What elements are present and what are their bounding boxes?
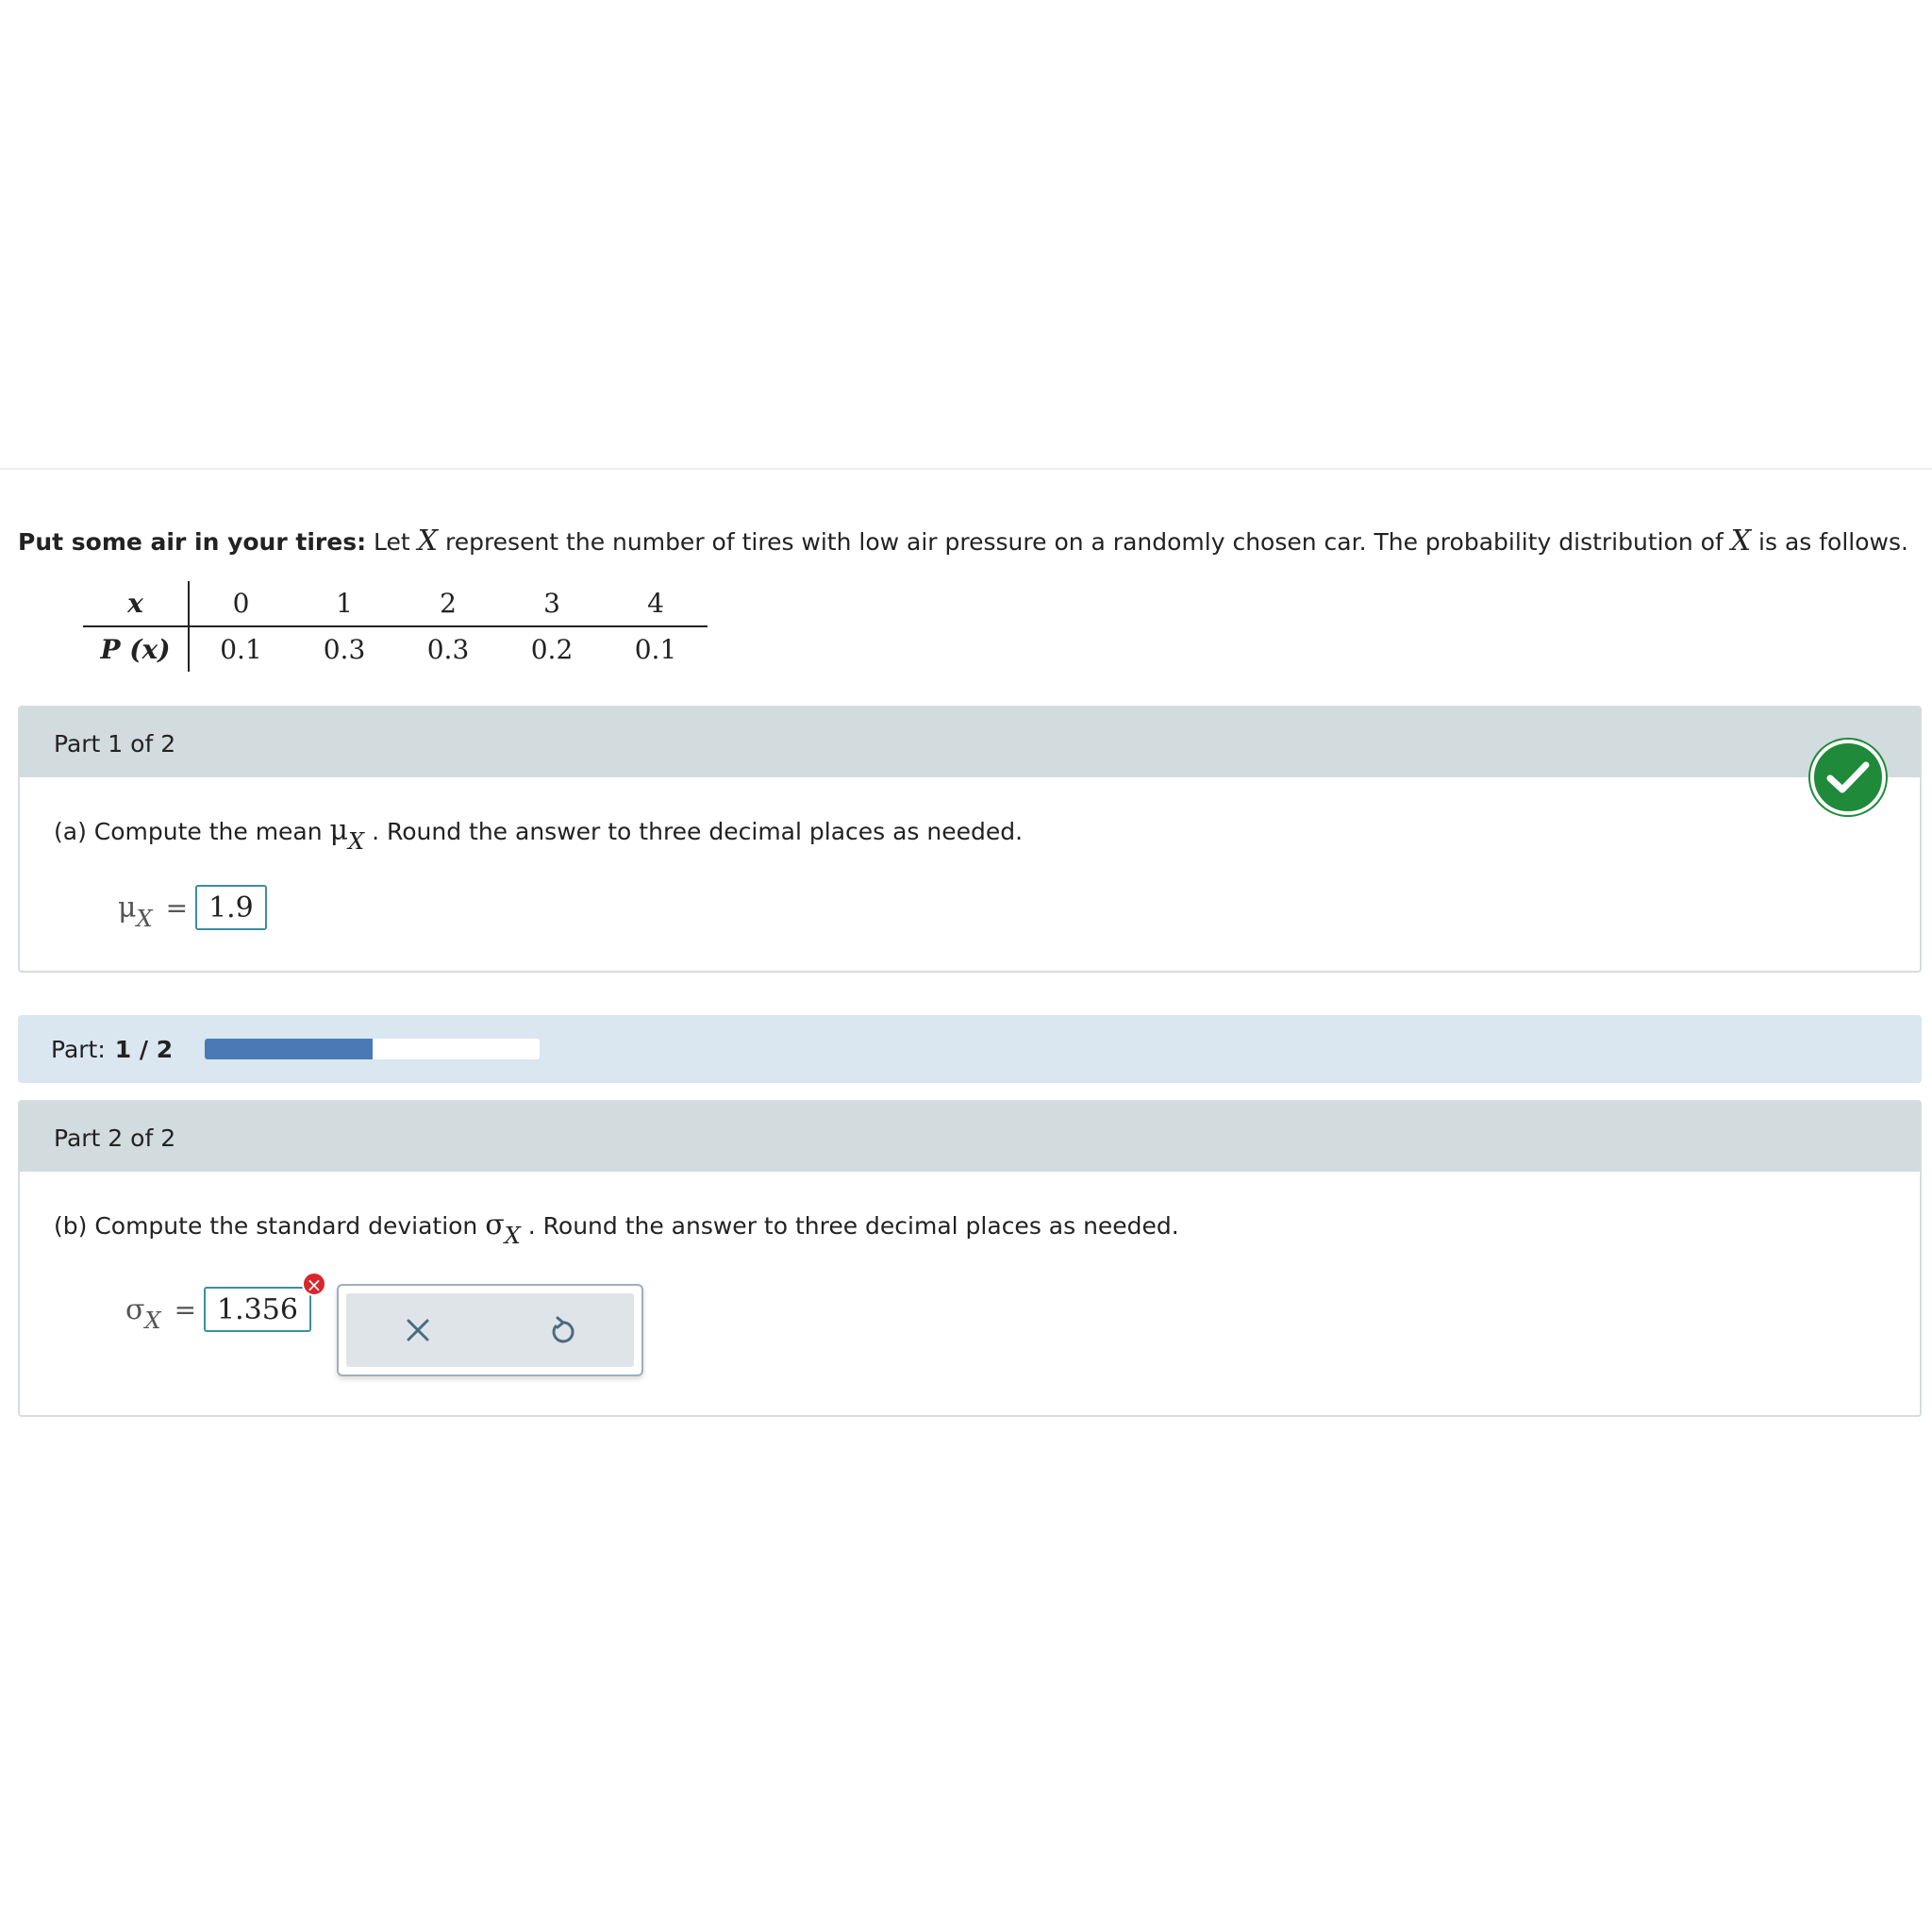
undo-icon[interactable] [534, 1302, 591, 1358]
part-1-panel: Part 1 of 2 (a) Compute the mean μX . Ro… [18, 706, 1922, 973]
intro-text-3: is as follows. [1751, 528, 1908, 556]
mu-symbol: μ [118, 891, 137, 924]
sigma-label: σX [125, 1292, 161, 1334]
part-2-question: (b) Compute the standard deviation σX . … [54, 1208, 1179, 1249]
subscript-x: X [136, 905, 153, 932]
progress-panel: Part: 1 / 2 [18, 1015, 1922, 1083]
table-row: P (x) 0.1 0.3 0.3 0.2 0.1 [83, 626, 708, 672]
problem-title: Put some air in your tires: [18, 528, 367, 556]
part-2-header: Part 2 of 2 [20, 1102, 1920, 1172]
subscript-x: X [348, 828, 365, 855]
subscript-x: X [504, 1223, 521, 1249]
p-value: 0.3 [426, 634, 470, 665]
p-value: 0.1 [634, 634, 677, 665]
x-value: 3 [500, 581, 604, 627]
error-x-icon: × [301, 1272, 326, 1296]
x-header: x [83, 581, 190, 627]
x-value: 0 [189, 581, 292, 627]
equals-sign: = [165, 891, 189, 924]
top-divider [0, 468, 1932, 470]
progress-value: 1 / 2 [114, 1035, 174, 1063]
mean-answer-input[interactable]: 1.9 [195, 885, 267, 930]
part-2-answer-row: σX = 1.356 × [125, 1272, 326, 1334]
std-dev-answer-input[interactable]: 1.356 × [204, 1272, 326, 1332]
distribution-table: x 0 1 2 3 4 P (x) 0.1 0.3 0.3 0.2 0.1 [83, 581, 708, 672]
p-header: P (x) [83, 626, 190, 672]
var-x: X [417, 525, 439, 558]
answer-tools-inner [346, 1293, 634, 1367]
subscript-x: X [144, 1307, 161, 1334]
check-icon [1810, 740, 1886, 815]
intro-text-2: represent the number of tires with low a… [438, 528, 1731, 556]
progress-bar [205, 1039, 541, 1059]
clear-x-icon[interactable] [390, 1302, 446, 1358]
x-value: 1 [292, 581, 396, 627]
mu-symbol: μ [329, 814, 349, 847]
p-value: 0.3 [323, 634, 366, 665]
part-1-question: (a) Compute the mean μX . Round the answ… [54, 814, 1024, 855]
p-value: 0.1 [220, 634, 262, 665]
question-text: . Round the answer to three decimal plac… [364, 818, 1024, 845]
progress-bar-fill [205, 1039, 373, 1059]
x-value: 2 [396, 581, 500, 627]
std-dev-answer-value: 1.356 [217, 1293, 298, 1326]
equals-sign: = [174, 1293, 197, 1325]
var-x: X [1730, 525, 1752, 558]
question-text: (b) Compute the standard deviation [54, 1212, 486, 1240]
part-2-panel: Part 2 of 2 (b) Compute the standard dev… [18, 1100, 1922, 1417]
part-1-answer-row: μX = 1.9 [118, 885, 267, 932]
table-row: x 0 1 2 3 4 [83, 581, 708, 627]
progress-label: Part: [51, 1035, 106, 1063]
problem-intro: Put some air in your tires: Let X repres… [18, 522, 1924, 562]
x-value: 4 [604, 581, 708, 627]
question-text: (a) Compute the mean [54, 818, 330, 845]
intro-text-1: Let [366, 528, 418, 556]
answer-tools [337, 1284, 643, 1376]
part-1-header: Part 1 of 2 [20, 708, 1920, 777]
p-value: 0.2 [530, 634, 574, 665]
sigma-symbol: σ [485, 1208, 505, 1241]
sigma-symbol: σ [125, 1292, 145, 1326]
question-text: . Round the answer to three decimal plac… [520, 1212, 1179, 1240]
mu-label: μX [118, 891, 153, 932]
